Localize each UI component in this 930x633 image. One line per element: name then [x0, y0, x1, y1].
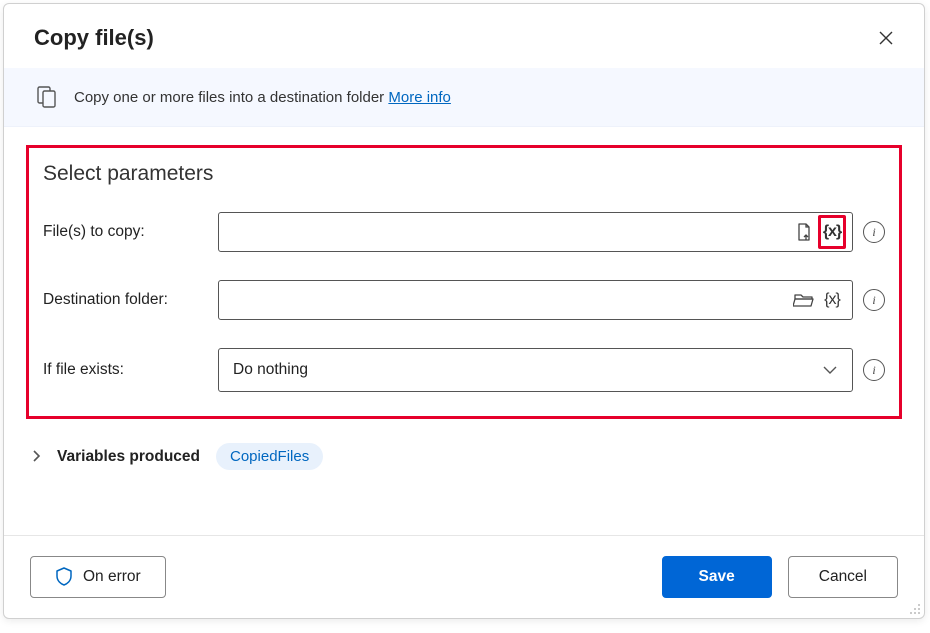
info-icon[interactable]: i	[863, 289, 885, 311]
close-icon	[878, 30, 894, 46]
destination-folder-field: {x}	[218, 280, 853, 320]
dialog-body: Select parameters File(s) to copy:	[4, 127, 924, 535]
parameters-heading: Select parameters	[43, 162, 885, 186]
resize-grip-icon[interactable]	[908, 602, 922, 616]
parameters-section: Select parameters File(s) to copy:	[26, 145, 902, 419]
chevron-down-icon	[822, 365, 838, 375]
save-button[interactable]: Save	[662, 556, 772, 598]
more-info-link[interactable]: More info	[388, 89, 451, 106]
info-bar: Copy one or more files into a destinatio…	[4, 68, 924, 127]
if-file-exists-value: Do nothing	[233, 361, 308, 379]
on-error-button[interactable]: On error	[30, 556, 166, 598]
if-file-exists-select[interactable]: Do nothing	[218, 348, 853, 392]
variables-produced-row[interactable]: Variables produced CopiedFiles	[26, 437, 902, 476]
destination-folder-label: Destination folder:	[43, 291, 218, 309]
insert-variable-button[interactable]: {x}	[818, 215, 846, 249]
close-button[interactable]	[872, 24, 900, 52]
info-text: Copy one or more files into a destinatio…	[74, 89, 451, 106]
shield-icon	[55, 567, 73, 587]
select-file-button[interactable]	[790, 218, 818, 246]
files-to-copy-label: File(s) to copy:	[43, 223, 218, 241]
if-file-exists-label: If file exists:	[43, 361, 218, 379]
variables-produced-label: Variables produced	[57, 448, 200, 466]
dialog-title: Copy file(s)	[34, 25, 154, 51]
dialog-footer: On error Save Cancel	[4, 535, 924, 618]
file-picker-icon	[794, 222, 814, 242]
dialog-header: Copy file(s)	[4, 4, 924, 68]
copy-files-icon	[34, 84, 60, 110]
files-to-copy-input[interactable]	[229, 213, 790, 251]
cancel-button[interactable]: Cancel	[788, 556, 898, 598]
info-icon[interactable]: i	[863, 359, 885, 381]
variable-pill[interactable]: CopiedFiles	[216, 443, 323, 470]
files-to-copy-field: {x}	[218, 212, 853, 252]
copy-files-dialog: Copy file(s) Copy one or more files into…	[3, 3, 925, 619]
folder-icon	[793, 290, 815, 310]
browse-folder-button[interactable]	[790, 286, 818, 314]
insert-variable-button[interactable]: {x}	[818, 286, 846, 314]
files-to-copy-row: File(s) to copy: {x} i	[43, 212, 885, 252]
if-file-exists-row: If file exists: Do nothing i	[43, 348, 885, 392]
destination-folder-row: Destination folder: {x} i	[43, 280, 885, 320]
chevron-right-icon	[32, 449, 41, 465]
info-icon[interactable]: i	[863, 221, 885, 243]
destination-folder-input[interactable]	[229, 281, 790, 319]
